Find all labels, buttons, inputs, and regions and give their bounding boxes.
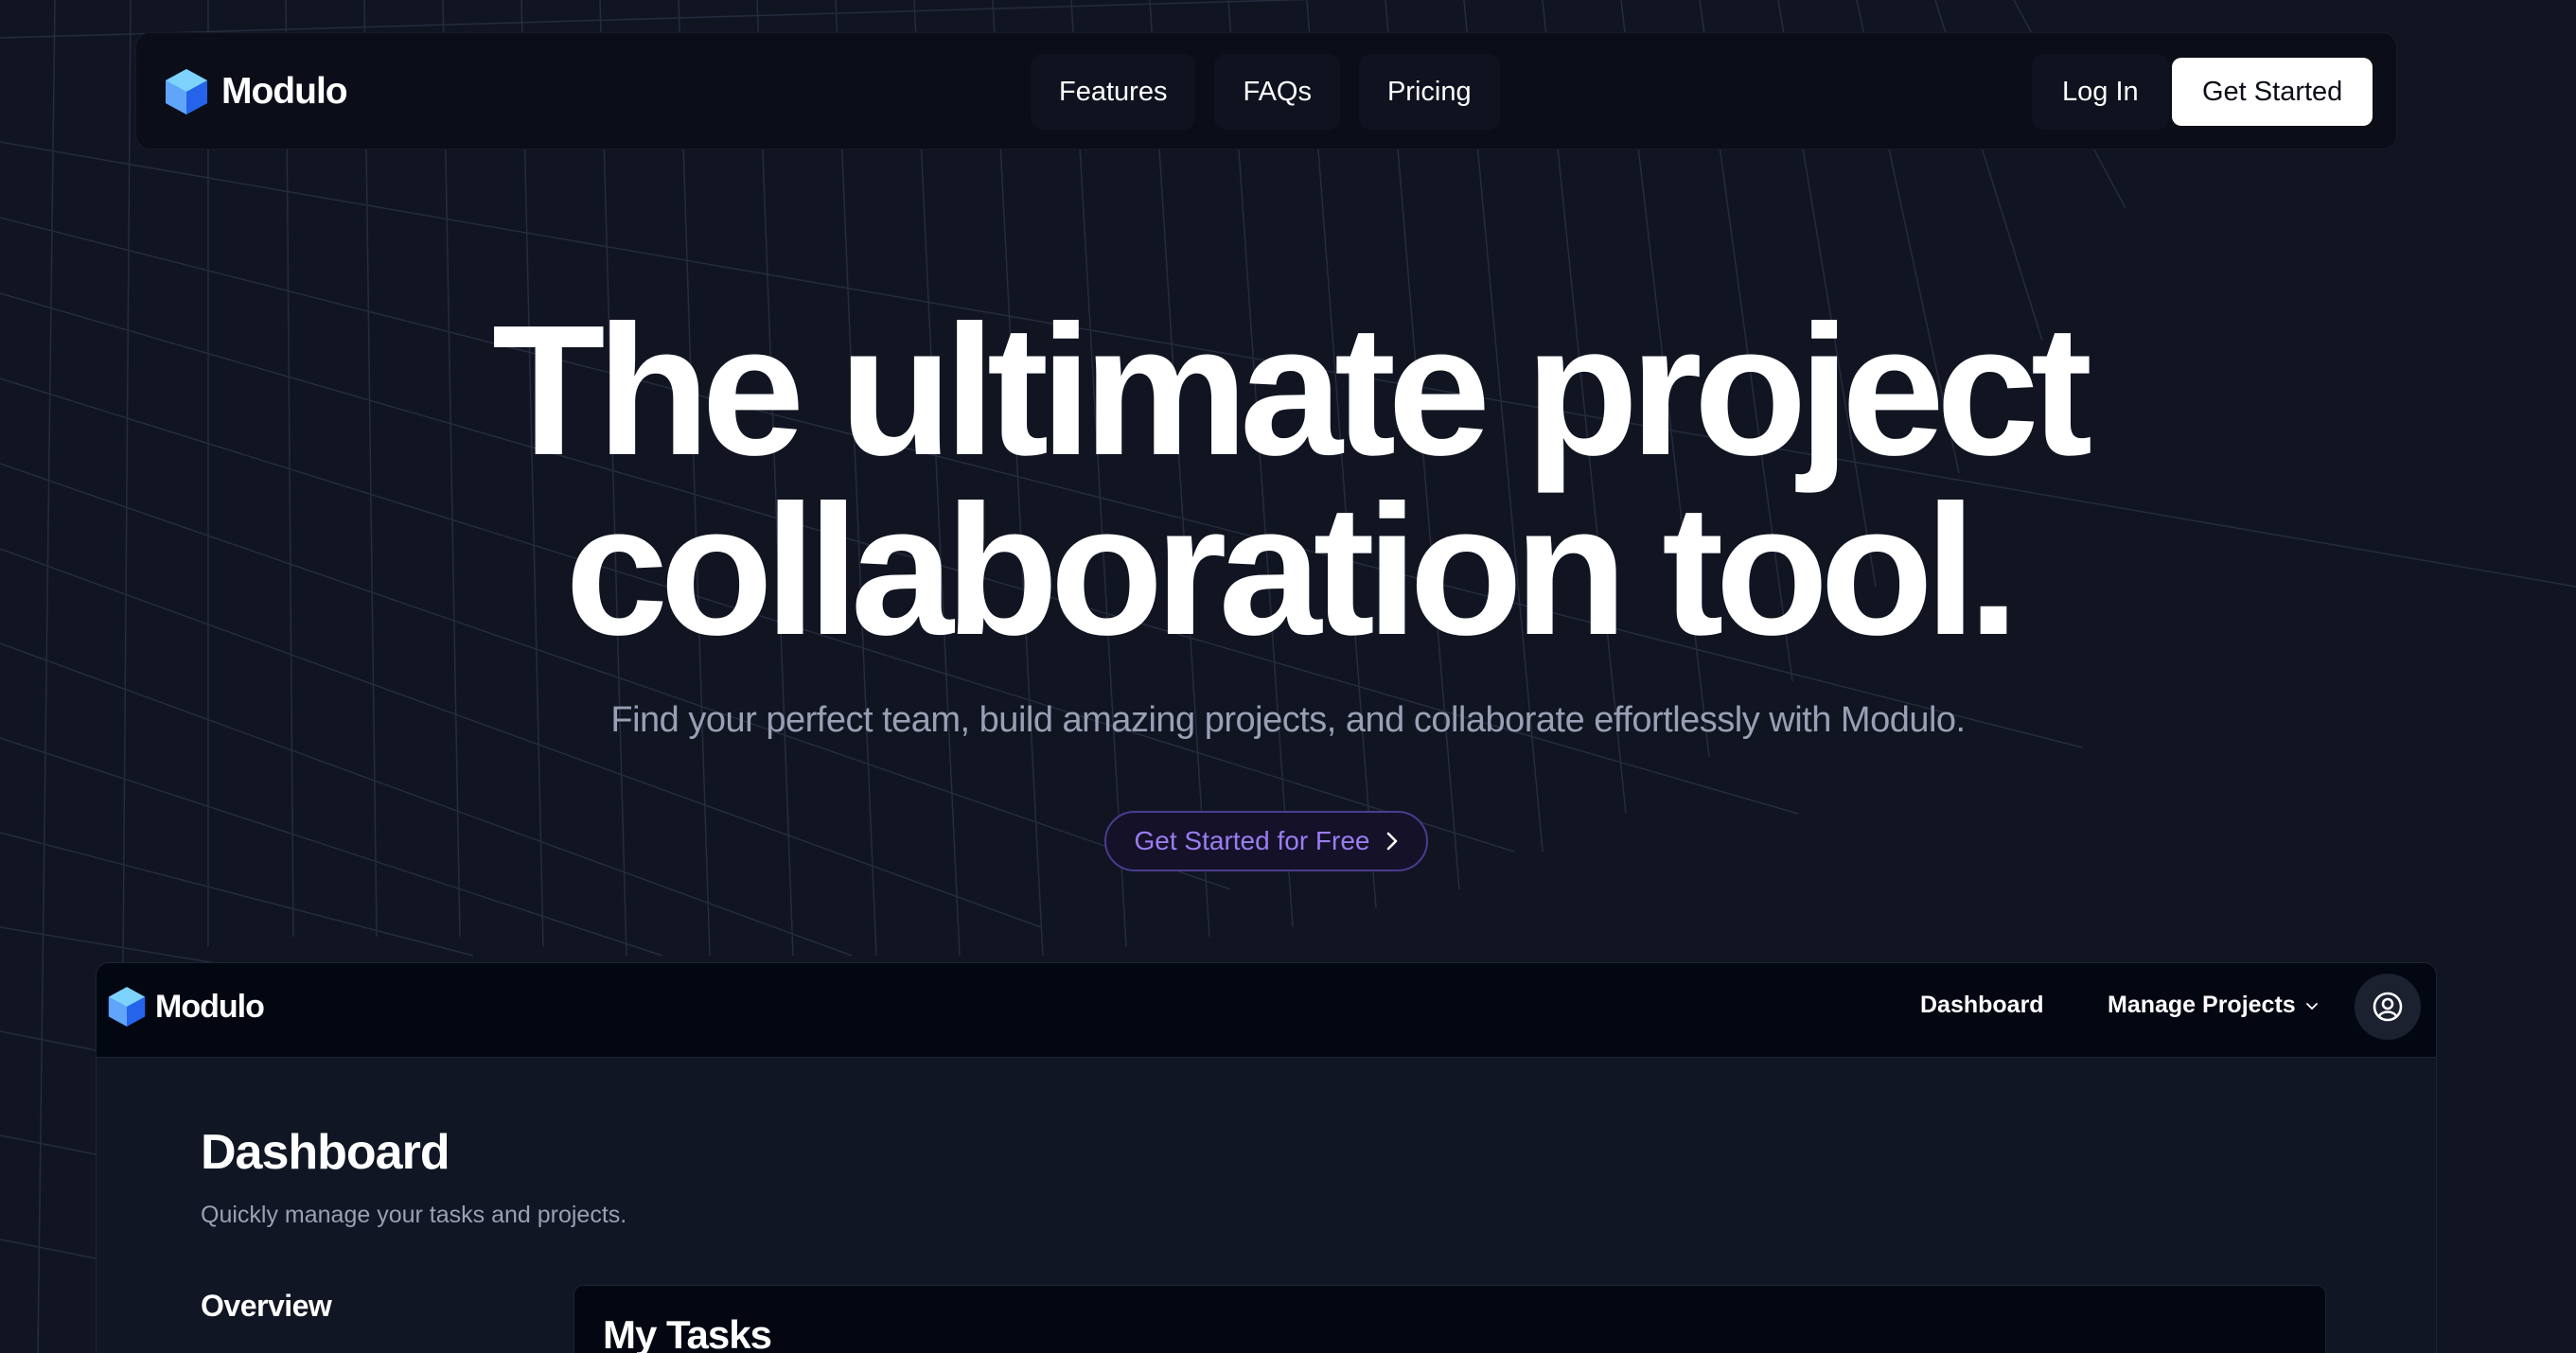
manage-projects-label: Manage Projects (2108, 992, 2296, 1018)
cta-label: Get Started for Free (1134, 826, 1370, 855)
main-nav: Features FAQs Pricing (1031, 54, 1500, 130)
preview-navbar: Modulo Dashboard Manage Projects (97, 963, 2436, 1058)
dashboard-preview: Modulo Dashboard Manage Projects Dashboa… (96, 962, 2437, 1353)
preview-nav-dashboard[interactable]: Dashboard (1920, 992, 2044, 1019)
user-circle-icon (2373, 992, 2403, 1022)
chevron-right-icon (1386, 832, 1397, 851)
hero-subtitle: Find your perfect team, build amazing pr… (610, 700, 1966, 740)
nav-link-features[interactable]: Features (1031, 54, 1196, 130)
preview-brand-name: Modulo (155, 988, 265, 1025)
my-tasks-card: My Tasks (573, 1285, 2326, 1353)
preview-page-title: Dashboard (201, 1125, 450, 1180)
cube-logo-icon (166, 69, 207, 114)
preview-nav-manage-projects[interactable]: Manage Projects (2108, 992, 2319, 1019)
my-tasks-heading: My Tasks (603, 1312, 772, 1353)
get-started-free-button[interactable]: Get Started for Free (1104, 811, 1428, 871)
nav-link-faqs[interactable]: FAQs (1214, 54, 1340, 130)
preview-page-subtitle: Quickly manage your tasks and projects. (201, 1202, 627, 1228)
get-started-button[interactable]: Get Started (2172, 58, 2373, 126)
brand-name: Modulo (221, 71, 348, 112)
preview-overview-heading: Overview (201, 1289, 332, 1323)
hero-title-line-1: The ultimate project (491, 287, 2092, 494)
user-avatar-button[interactable] (2355, 974, 2421, 1040)
nav-link-pricing[interactable]: Pricing (1358, 54, 1500, 130)
brand-logo-link[interactable]: Modulo (165, 67, 348, 116)
login-button[interactable]: Log In (2032, 54, 2169, 130)
hero-title: The ultimate project collaboration tool. (0, 298, 2576, 663)
preview-brand-logo[interactable]: Modulo (108, 986, 265, 1028)
top-navbar: Modulo Features FAQs Pricing Log In Get … (135, 32, 2397, 149)
cube-logo-icon (108, 987, 146, 1027)
chevron-down-icon (2305, 1002, 2318, 1010)
hero-title-line-2: collaboration tool. (565, 466, 2020, 674)
